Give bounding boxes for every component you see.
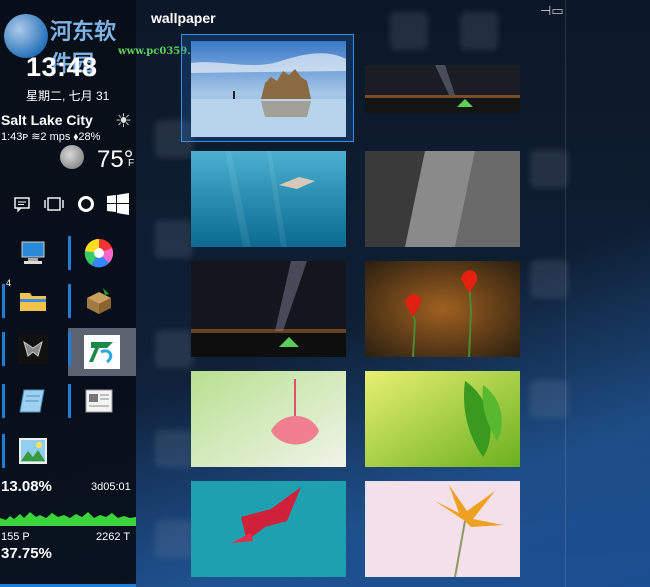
memory-graph <box>0 562 136 587</box>
tile-file-explorer[interactable]: 4 <box>2 278 64 322</box>
sun-icon: ☀ <box>115 111 133 132</box>
tile-pc0359-app[interactable] <box>68 328 136 376</box>
tile-accent <box>2 434 5 468</box>
moon-icon <box>60 145 84 169</box>
cpu-usage: 13.08% <box>1 478 52 495</box>
wallpaper-pink-flower-green[interactable] <box>191 371 346 467</box>
blurred-desktop-icon <box>155 330 193 368</box>
weather-city: Salt Lake City <box>1 112 93 128</box>
windows-start-icon[interactable] <box>102 191 134 217</box>
blurred-desktop-icon <box>530 150 568 188</box>
clock-time: 13:48 <box>26 52 98 82</box>
blurred-desktop-icon <box>530 260 568 298</box>
tile-accent <box>68 332 71 366</box>
wallpaper-red-flower-teal[interactable] <box>191 481 346 577</box>
wallpaper-rock-cliff-bw[interactable] <box>365 151 520 247</box>
action-center-icon[interactable] <box>6 191 38 217</box>
tile-accent <box>68 284 71 318</box>
tile-photos[interactable] <box>2 430 64 472</box>
panel-title: wallpaper <box>151 10 216 26</box>
tile-accent <box>68 384 71 418</box>
cortana-icon[interactable] <box>70 191 102 217</box>
tile-installer[interactable] <box>68 280 130 322</box>
blurred-desktop-icon <box>155 430 193 468</box>
wallpaper-red-tulips[interactable] <box>365 261 520 357</box>
wallpaper-green-leaf[interactable] <box>365 371 520 467</box>
wallpaper-milky-way-tent-2[interactable] <box>191 261 346 357</box>
left-stat: 155 P <box>1 531 30 543</box>
cpu-graph <box>0 496 136 526</box>
tile-news-reader[interactable] <box>68 380 130 422</box>
tile-color-picker[interactable] <box>68 232 130 274</box>
quick-actions <box>6 191 134 217</box>
task-view-icon[interactable] <box>38 191 70 217</box>
uptime: 3d05:01 <box>91 481 131 493</box>
clock-date: 星期二, 七月 31 <box>26 89 110 103</box>
blurred-desktop-icon <box>530 380 568 418</box>
tile-notepad[interactable] <box>2 380 64 422</box>
pin-icon[interactable]: ⊣▭ <box>540 3 564 19</box>
wallpaper-milky-way-tent[interactable] <box>365 65 520 113</box>
blurred-desktop-icon <box>460 12 498 50</box>
wallpaper-underwater-swimmer[interactable] <box>191 151 346 247</box>
tile-accent <box>2 284 5 318</box>
tile-accent <box>2 332 5 366</box>
blurred-desktop-icon <box>390 12 428 50</box>
memory-usage: 37.75% <box>1 545 52 562</box>
wallpaper-orange-flower-pink[interactable] <box>365 481 520 577</box>
panel-divider <box>565 0 566 587</box>
tile-badge: 4 <box>6 278 12 288</box>
blurred-desktop-icon <box>155 220 193 258</box>
blurred-desktop-icon <box>155 520 193 558</box>
right-stat: 2262 T <box>96 531 131 543</box>
wallpaper-beach-rocks[interactable] <box>191 41 346 137</box>
tile-accent <box>68 236 71 270</box>
temperature-unit: F <box>128 158 135 169</box>
tile-game-app[interactable] <box>2 328 64 370</box>
weather-details: 1:43ᴘ ≋2 mps ⬧28% <box>1 131 101 143</box>
sidebar: 河东软件园 www.pc0359.cn 13:48 星期二, 七月 31 Sal… <box>0 0 204 587</box>
tile-accent <box>2 384 5 418</box>
tile-this-pc[interactable] <box>2 232 64 274</box>
